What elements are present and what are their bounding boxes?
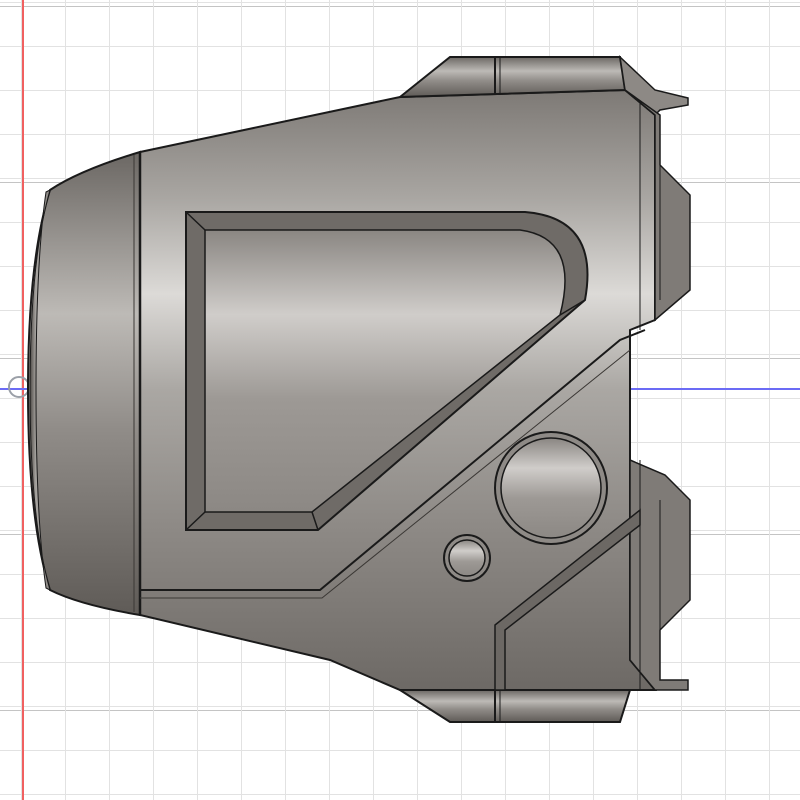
3d-model[interactable]	[0, 0, 800, 800]
3d-viewport-canvas[interactable]	[0, 0, 800, 800]
front-cap	[26, 150, 141, 617]
top-ridge	[397, 56, 627, 99]
bottom-ridge	[396, 689, 632, 723]
